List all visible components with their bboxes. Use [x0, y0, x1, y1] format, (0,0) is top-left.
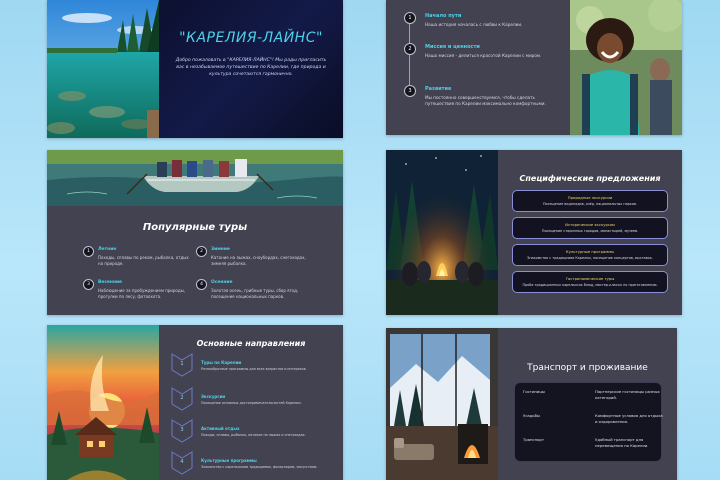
direction-item: 1 Туры по Карелии Разнообразные программ… [171, 353, 339, 381]
row-key: Транспорт [523, 437, 545, 442]
direction-text: Посещение основных достопримечательносте… [201, 401, 302, 405]
direction-number: 1 [180, 361, 184, 367]
slide-transport-lodging[interactable]: Транспорт и проживание Гостиницы Партнер… [386, 328, 677, 480]
directions-title: Основные направления [196, 339, 306, 348]
tour-text: Походы, сплавы по рекам, рыбалка, отдых … [98, 255, 189, 266]
direction-heading: Экскурсии [201, 394, 226, 399]
row-value: Партнерские гостиницы разных категорий. [595, 389, 660, 400]
tours-title: Популярные туры [142, 222, 248, 233]
step-number: 2 [404, 43, 416, 55]
direction-heading: Туры по Карелии [201, 360, 242, 365]
direction-item: 2 Экскурсии Посещение основных достоприм… [171, 387, 339, 415]
boat-photo [47, 150, 343, 206]
tour-text: Катание на лыжах, сноубордах, снегоходах… [211, 255, 306, 266]
tour-heading: Осенние [211, 280, 233, 285]
slide-welcome[interactable]: "КАРЕЛИЯ-ЛАЙНС" Добро пожаловать в "КАРЕ… [47, 0, 343, 138]
timeline-line [409, 18, 410, 92]
slide-history[interactable]: 1 Начало пути Наша история началась с лю… [386, 0, 682, 135]
step-number: 1 [404, 12, 416, 24]
direction-item: 3 Активный отдых Походы, сплавы, рыбалка… [171, 419, 339, 447]
tour-heading: Весенние [98, 280, 123, 285]
row-value: Комфортные условия для отдыха и оздоровл… [595, 413, 663, 424]
step-heading: Развитие [425, 86, 452, 92]
row-key: Усадьбы [523, 413, 540, 418]
direction-text: Знакомство с карельскими традициями, фол… [201, 465, 318, 469]
tour-text: Наблюдение за пробуждением природы, прог… [98, 288, 186, 299]
tour-number: 3 [83, 279, 94, 290]
direction-text: Разнообразные программы для всех возраст… [201, 367, 307, 371]
offer-text: Посещение старинных городов, монастырей,… [541, 229, 639, 233]
offer-card[interactable]: Природные экскурсии Посещение водопадов,… [512, 190, 668, 212]
tour-number: 4 [196, 279, 207, 290]
offer-text: Знакомство с традициями Карелии, посещен… [527, 256, 653, 260]
step-text: Наша история началась с любви к Карелии. [425, 22, 523, 27]
offer-text: Проба традиционных карельских блюд, маст… [522, 283, 658, 287]
row-key: Гостиницы [523, 389, 545, 394]
direction-heading: Активный отдых [201, 426, 240, 431]
offer-card[interactable]: Исторические экскурсии Посещение старинн… [512, 217, 668, 239]
lake-photo [47, 0, 159, 138]
tour-heading: Зимние [211, 247, 230, 252]
welcome-panel: "КАРЕЛИЯ-ЛАЙНС" Добро пожаловать в "КАРЕ… [159, 0, 343, 138]
direction-number: 2 [180, 395, 184, 401]
offer-card[interactable]: Гастрономические туры Проба традиционных… [512, 271, 668, 293]
offer-heading: Гастрономические туры [565, 276, 615, 281]
step-number: 3 [404, 85, 416, 97]
direction-heading: Культурные программы [201, 458, 257, 463]
fireplace-window-photo [386, 328, 498, 480]
offer-heading: Культурные программы [565, 249, 615, 254]
direction-item: 4 Культурные программы Знакомство с каре… [171, 451, 339, 479]
direction-number: 4 [180, 459, 184, 465]
tour-heading: Летние [98, 247, 117, 252]
slide-special-offers[interactable]: Специфические предложения Природные экск… [386, 150, 682, 315]
offers-title: Специфические предложения [519, 174, 661, 183]
direction-number: 3 [180, 427, 184, 433]
step-heading: Начало пути [425, 13, 462, 19]
row-value: Удобный транспорт для перемещения по Кар… [595, 437, 649, 448]
welcome-text: Добро пожаловать в "КАРЕЛИЯ-ЛАЙНС"! Мы р… [175, 58, 327, 77]
lodging-table: Гостиницы Партнерские гостиницы разных к… [514, 382, 663, 462]
transport-title: Транспорт и проживание [527, 363, 648, 373]
step-text: Мы постоянно совершенствуемся, чтобы сде… [425, 95, 546, 107]
offer-heading: Природные экскурсии [567, 195, 613, 200]
company-title: "КАРЕЛИЯ-ЛАЙНС" [179, 30, 323, 46]
cabin-sunset-art [47, 325, 159, 480]
offer-heading: Исторические экскурсии [565, 222, 615, 227]
step-text: Наша миссия - делиться красотой Карелии … [425, 53, 542, 58]
offer-text: Посещение водопадов, озёр, национальных … [542, 202, 638, 206]
offer-card[interactable]: Культурные программы Знакомство с традиц… [512, 244, 668, 266]
slide-popular-tours[interactable]: Популярные туры 1 Летние Походы, сплавы … [47, 150, 343, 315]
tour-number: 1 [83, 246, 94, 257]
hikers-photo [570, 0, 682, 135]
direction-text: Походы, сплавы, рыбалка, катание на лыжа… [201, 433, 306, 437]
campfire-photo [386, 150, 498, 315]
tour-number: 2 [196, 246, 207, 257]
step-heading: Миссия и ценности [425, 44, 480, 50]
slide-main-directions[interactable]: Основные направления 1 Туры по Карелии Р… [47, 325, 343, 480]
tour-text: Золотая осень, грибные туры, сбор ягод, … [211, 288, 299, 299]
